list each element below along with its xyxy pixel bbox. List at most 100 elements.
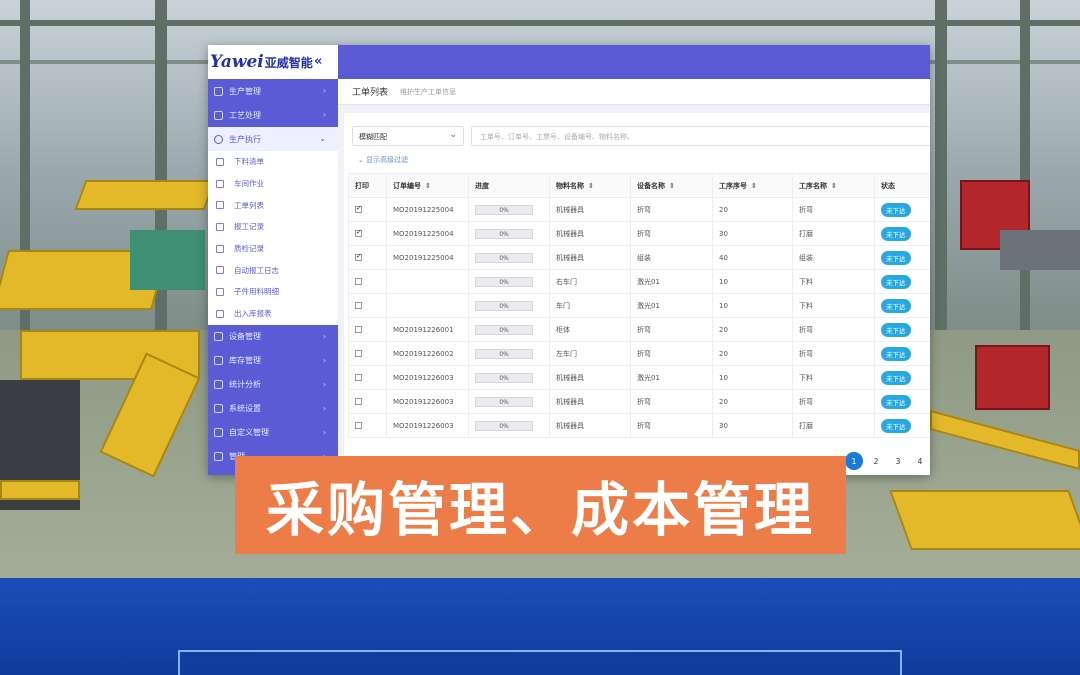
sidebar-subitem-work-orders[interactable]: 工单列表	[208, 194, 338, 217]
print-checkbox[interactable]	[355, 204, 362, 213]
order-cell	[386, 269, 469, 294]
progress-text: 0%	[499, 350, 509, 358]
print-checkbox[interactable]	[355, 398, 362, 405]
status-badge[interactable]: 未下达	[881, 250, 911, 265]
column-header-progress: 进度	[468, 173, 550, 198]
print-cell[interactable]	[348, 269, 387, 294]
sort-icon[interactable]: ⇕	[751, 182, 757, 190]
material-cell: 柜体	[549, 317, 631, 342]
sidebar-item-settings[interactable]: 系统设置 ›	[208, 397, 338, 421]
status-badge[interactable]: 未下达	[881, 394, 911, 409]
print-cell[interactable]	[348, 341, 387, 366]
sidebar-subitem-material-detail[interactable]: 子件用料明细	[208, 281, 338, 303]
print-cell[interactable]	[348, 389, 387, 414]
page-title: 工单列表	[352, 88, 389, 98]
sidebar-subitem-auto-report-log[interactable]: 自动报工日志	[208, 259, 338, 282]
page-button[interactable]: 3	[889, 452, 907, 470]
sidebar-item-production-management[interactable]: 生产管理 ›	[208, 79, 338, 103]
column-header-seq[interactable]: 工序序号 ⇕	[712, 173, 793, 198]
sidebar-subitem-label: 下料清单	[234, 157, 264, 167]
print-checkbox[interactable]	[355, 326, 362, 333]
material-cell: 机械器具	[549, 365, 631, 390]
table-row[interactable]: MO20191226003 0% 机械器具 折弯 20 折弯 未下达	[348, 389, 930, 414]
print-cell[interactable]	[348, 197, 387, 222]
sort-icon[interactable]: ⇕	[669, 182, 675, 190]
table-row[interactable]: 0% 车门 激光01 10 下料 未下达	[348, 293, 930, 318]
match-mode-select[interactable]: 模糊匹配 ⌄	[352, 126, 464, 146]
page-button[interactable]: 4	[911, 452, 929, 470]
print-checkbox[interactable]	[355, 422, 362, 429]
device-cell: 折弯	[630, 197, 713, 222]
gear-icon	[214, 332, 223, 341]
status-cell: 未下达	[874, 389, 930, 414]
status-badge[interactable]: 未下达	[881, 370, 911, 385]
table-row[interactable]: MO20191225004 0% 机械器具折弯30打磨未下达	[348, 221, 930, 246]
progress-cell: 0%	[468, 269, 550, 294]
sidebar-subitem-inventory-report[interactable]: 出入库报表	[208, 302, 338, 325]
chevron-right-icon: ›	[322, 379, 326, 389]
progress-cell: 0%	[468, 197, 550, 222]
material-cell: 机械器具	[549, 389, 631, 414]
print-checkbox[interactable]	[355, 228, 362, 237]
print-checkbox[interactable]	[355, 350, 362, 357]
sidebar-item-custom[interactable]: 自定义管理 ›	[208, 421, 338, 445]
print-checkbox[interactable]	[355, 278, 362, 285]
status-cell: 未下达	[874, 269, 930, 294]
page-button[interactable]: 2	[867, 452, 885, 470]
sidebar-item-inventory[interactable]: 库存管理 ›	[208, 349, 338, 373]
sidebar-item-equipment[interactable]: 设备管理 ›	[208, 325, 338, 349]
seq-cell: 20	[712, 197, 793, 222]
search-input[interactable]: 工单号、订单号、工票号、设备编号、物料名称、	[471, 126, 930, 146]
table-row[interactable]: MO20191226001 0% 柜体 折弯 20 折弯 未下达	[348, 317, 930, 342]
document-icon	[216, 201, 224, 210]
order-cell: MO20191225004	[386, 197, 469, 222]
column-header-order[interactable]: 订单编号 ⇕	[386, 173, 469, 198]
table-row[interactable]: MO201912250040%机械器具折弯20折弯未下达	[348, 197, 930, 222]
sidebar-subitem-workshop[interactable]: 车间作业	[208, 172, 338, 195]
status-badge[interactable]: 未下达	[881, 226, 911, 241]
table-row[interactable]: MO20191226003 0% 机械器具 折弯 30 打磨 未下达	[348, 413, 930, 438]
status-badge[interactable]: 未下达	[881, 346, 911, 361]
page-button[interactable]: 1	[845, 452, 863, 470]
advanced-filter-toggle[interactable]: ⌄ 显示高级过滤	[358, 155, 408, 165]
print-cell[interactable]	[348, 317, 387, 342]
sort-icon[interactable]: ⇕	[831, 182, 837, 190]
sidebar-subitem-work-report[interactable]: 报工记录	[208, 216, 338, 238]
table-row[interactable]: MO20191226003 0% 机械器具 激光01 10 下料 未下达	[348, 365, 930, 390]
sidebar-item-statistics[interactable]: 统计分析 ›	[208, 373, 338, 397]
column-header-process[interactable]: 工序名称 ⇕	[792, 173, 875, 198]
status-badge[interactable]: 未下达	[881, 298, 911, 313]
print-checkbox[interactable]	[355, 252, 362, 261]
double-chevron-left-icon[interactable]: «	[314, 54, 322, 69]
sidebar-item-process[interactable]: 工艺处理 ›	[208, 103, 338, 127]
chevron-down-icon: ⌄	[319, 134, 326, 143]
sidebar-item-production-execution[interactable]: 生产执行 ⌄	[208, 127, 338, 151]
status-badge[interactable]: 未下达	[881, 322, 911, 337]
device-cell: 折弯	[630, 317, 713, 342]
print-cell[interactable]	[348, 365, 387, 390]
sidebar-subitem-cutting-list[interactable]: 下料清单	[208, 151, 338, 173]
table-row[interactable]: 0% 右车门 激光01 10 下料 未下达	[348, 269, 930, 294]
status-badge[interactable]: 未下达	[881, 202, 911, 217]
print-checkbox[interactable]	[355, 302, 362, 309]
print-cell[interactable]	[348, 221, 387, 246]
seq-cell: 10	[712, 365, 793, 390]
progress-text: 0%	[499, 398, 509, 406]
print-checkbox[interactable]	[355, 374, 362, 381]
sort-icon[interactable]: ⇕	[425, 182, 431, 190]
order-cell: MO20191225004	[386, 245, 469, 270]
column-header-material[interactable]: 物料名称 ⇕	[549, 173, 631, 198]
print-cell[interactable]	[348, 293, 387, 318]
status-cell: 未下达	[874, 245, 930, 270]
status-badge[interactable]: 未下达	[881, 418, 911, 433]
table-row[interactable]: MO201912250040%机械器具组装40组装未下达	[348, 245, 930, 270]
process-cell: 打磨	[792, 413, 875, 438]
sidebar-subitem-quality[interactable]: 质检记录	[208, 237, 338, 260]
status-badge[interactable]: 未下达	[881, 274, 911, 289]
table-row[interactable]: MO20191226002 0% 左车门 折弯 20 折弯 未下达	[348, 341, 930, 366]
seq-cell: 30	[712, 413, 793, 438]
column-header-device[interactable]: 设备名称 ⇕	[630, 173, 713, 198]
print-cell[interactable]	[348, 413, 387, 438]
print-cell[interactable]	[348, 245, 387, 270]
sort-icon[interactable]: ⇕	[588, 182, 594, 190]
